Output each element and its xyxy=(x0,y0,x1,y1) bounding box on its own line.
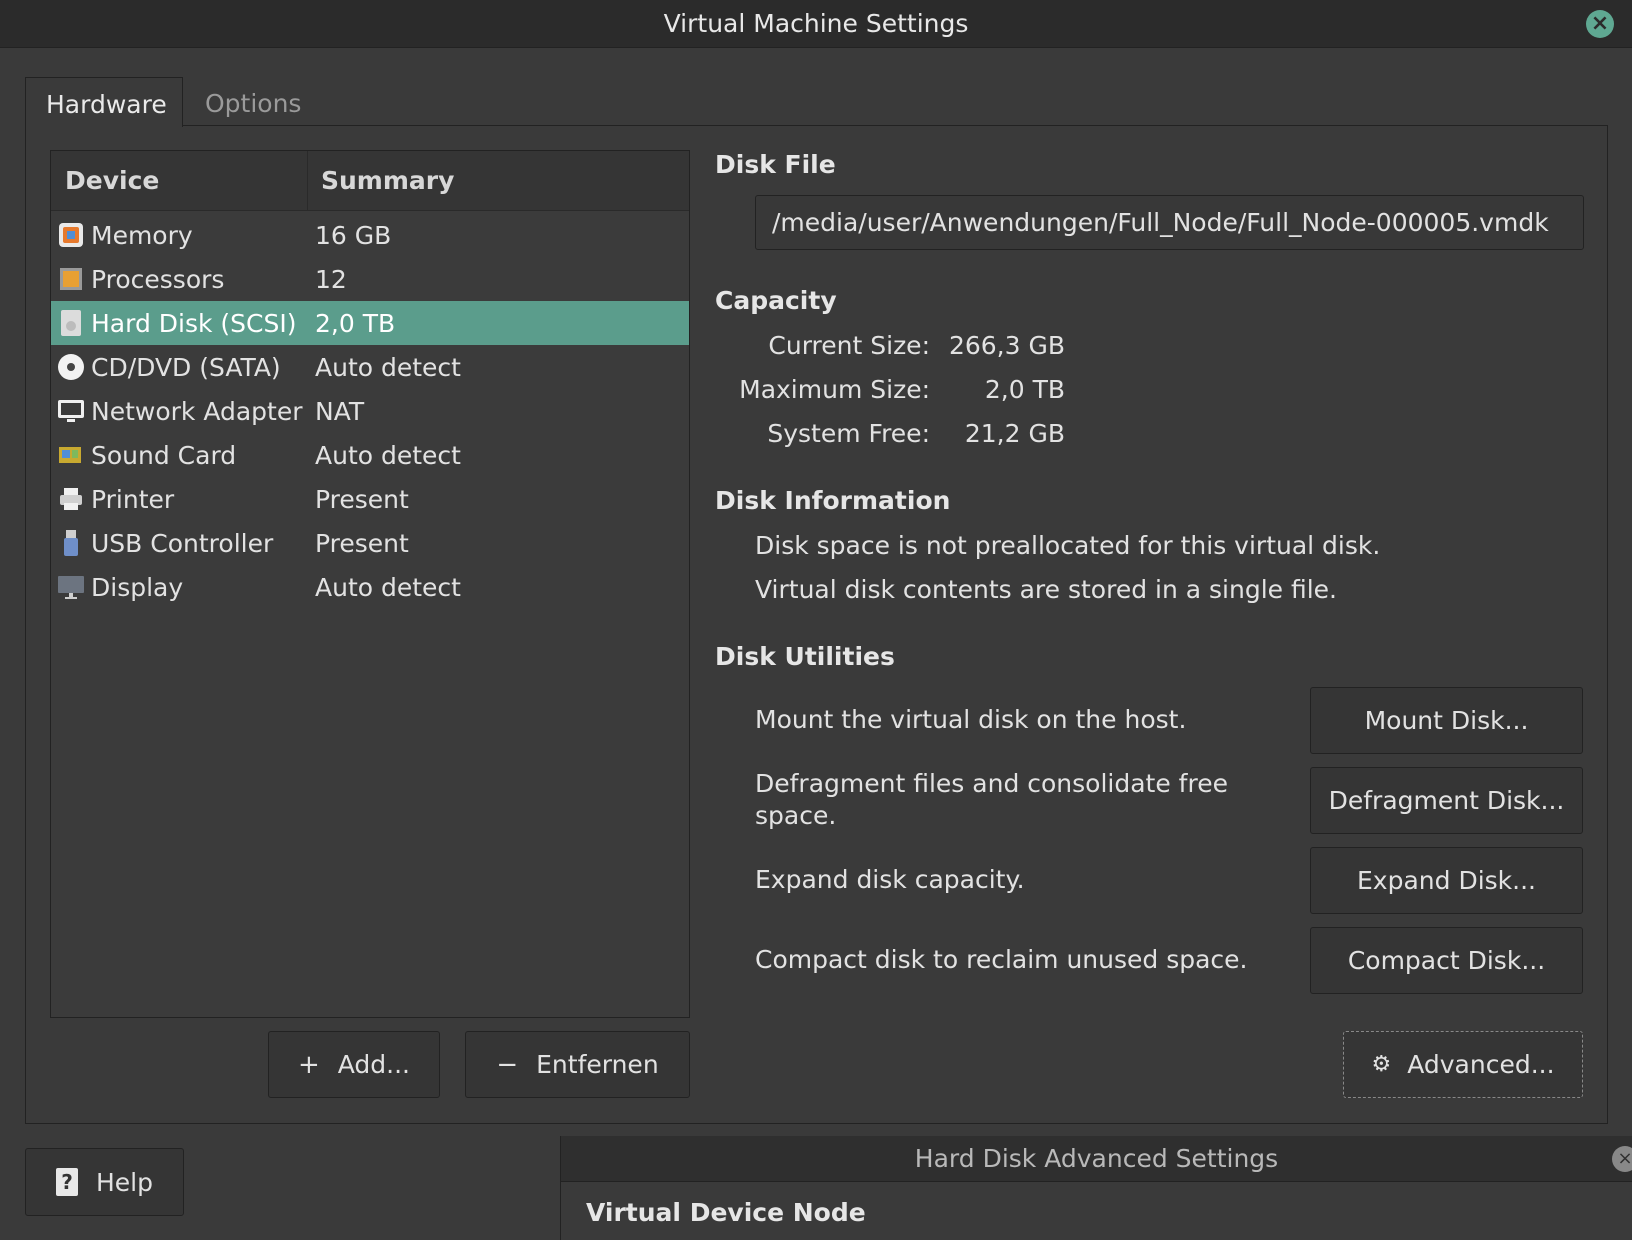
gear-icon: ⚙ xyxy=(1371,1052,1392,1077)
device-row-cd-dvd[interactable]: CD/DVD (SATA) Auto detect xyxy=(51,345,689,389)
tab-hardware[interactable]: Hardware xyxy=(25,77,183,127)
device-name: Memory xyxy=(91,220,193,250)
device-row-network-adapter[interactable]: Network Adapter NAT xyxy=(51,389,689,433)
help-button-label: Help xyxy=(96,1167,153,1197)
device-summary: 16 GB xyxy=(315,220,392,250)
disk-info-line-1: Disk space is not preallocated for this … xyxy=(755,531,1381,560)
disk-file-path-field[interactable]: /media/user/Anwendungen/Full_Node/Full_N… xyxy=(755,195,1584,250)
device-summary: 2,0 TB xyxy=(315,308,396,338)
plus-icon: + xyxy=(297,1049,320,1080)
disk-information-heading: Disk Information xyxy=(715,486,951,515)
device-row-memory[interactable]: Memory 16 GB xyxy=(51,213,689,257)
network-adapter-icon xyxy=(57,397,85,425)
compact-description: Compact disk to reclaim unused space. xyxy=(755,945,1248,974)
display-icon xyxy=(57,573,85,601)
minus-icon: − xyxy=(496,1049,519,1080)
title-bar: Virtual Machine Settings × xyxy=(0,0,1632,48)
device-name: USB Controller xyxy=(91,528,274,558)
capacity-heading: Capacity xyxy=(715,286,837,315)
defragment-description: Defragment files and consolidate free sp… xyxy=(755,769,1228,830)
compact-disk-button[interactable]: Compact Disk... xyxy=(1310,927,1583,994)
disk-file-heading: Disk File xyxy=(715,150,836,179)
defragment-disk-button[interactable]: Defragment Disk... xyxy=(1310,767,1583,834)
tab-options[interactable]: Options xyxy=(185,77,321,127)
disk-utilities-heading: Disk Utilities xyxy=(715,642,895,671)
close-icon[interactable]: × xyxy=(1586,10,1614,38)
device-summary: Auto detect xyxy=(315,572,461,602)
window-title: Virtual Machine Settings xyxy=(663,9,969,38)
add-device-button[interactable]: + Add... xyxy=(268,1031,440,1098)
device-name: CD/DVD (SATA) xyxy=(91,352,281,382)
add-button-label: Add... xyxy=(337,1050,411,1079)
device-row-processors[interactable]: Processors 12 xyxy=(51,257,689,301)
expand-disk-button[interactable]: Expand Disk... xyxy=(1310,847,1583,914)
remove-device-button[interactable]: − Entfernen xyxy=(465,1031,690,1098)
expand-description: Expand disk capacity. xyxy=(755,865,1025,894)
help-icon: ? xyxy=(56,1168,78,1196)
device-summary: 12 xyxy=(315,264,347,294)
device-row-hard-disk[interactable]: Hard Disk (SCSI) 2,0 TB xyxy=(51,301,689,345)
maximum-size-label: Maximum Size: xyxy=(739,375,930,404)
help-button[interactable]: ? Help xyxy=(25,1148,184,1216)
device-row-sound-card[interactable]: Sound Card Auto detect xyxy=(51,433,689,477)
device-row-usb-controller[interactable]: USB Controller Present xyxy=(51,521,689,565)
usb-icon xyxy=(57,529,85,557)
sound-card-icon xyxy=(57,441,85,469)
column-header-device[interactable]: Device xyxy=(51,151,308,210)
column-header-summary[interactable]: Summary xyxy=(308,151,454,210)
hard-disk-icon xyxy=(57,309,85,337)
device-name: Sound Card xyxy=(91,440,237,470)
device-name: Hard Disk (SCSI) xyxy=(91,308,297,338)
device-summary: Present xyxy=(315,528,409,558)
device-table: Device Summary Memory 16 GB Processors 1… xyxy=(50,150,690,1018)
printer-icon xyxy=(57,485,85,513)
current-size-value: 266,3 GB xyxy=(948,331,1065,360)
sub-dialog-title-bar: Hard Disk Advanced Settings × xyxy=(561,1136,1632,1182)
current-size-label: Current Size: xyxy=(768,331,930,360)
close-icon[interactable]: × xyxy=(1612,1146,1632,1172)
remove-button-label: Entfernen xyxy=(536,1050,659,1079)
mount-disk-button[interactable]: Mount Disk... xyxy=(1310,687,1583,754)
device-name: Printer xyxy=(91,484,175,514)
advanced-button-label: Advanced... xyxy=(1407,1050,1555,1079)
system-free-label: System Free: xyxy=(767,419,930,448)
advanced-button[interactable]: ⚙ Advanced... xyxy=(1343,1031,1583,1098)
device-summary: NAT xyxy=(315,396,365,426)
device-summary: Present xyxy=(315,484,409,514)
device-row-printer[interactable]: Printer Present xyxy=(51,477,689,521)
device-row-display[interactable]: Display Auto detect xyxy=(51,565,689,609)
cd-dvd-icon xyxy=(57,353,85,381)
sub-dialog-title: Hard Disk Advanced Settings xyxy=(914,1144,1279,1173)
processor-icon xyxy=(57,265,85,293)
device-name: Processors xyxy=(91,264,225,294)
device-summary: Auto detect xyxy=(315,440,461,470)
table-header: Device Summary xyxy=(51,151,689,211)
memory-icon xyxy=(57,221,85,249)
mount-description: Mount the virtual disk on the host. xyxy=(755,705,1187,734)
device-name: Display xyxy=(91,572,184,602)
system-free-value: 21,2 GB xyxy=(964,419,1065,448)
device-name: Network Adapter xyxy=(91,396,303,426)
hard-disk-advanced-settings-dialog: Hard Disk Advanced Settings × Virtual De… xyxy=(560,1136,1632,1240)
disk-info-line-2: Virtual disk contents are stored in a si… xyxy=(755,575,1337,604)
maximum-size-value: 2,0 TB xyxy=(984,375,1065,404)
device-summary: Auto detect xyxy=(315,352,461,382)
virtual-device-node-heading: Virtual Device Node xyxy=(586,1198,866,1227)
